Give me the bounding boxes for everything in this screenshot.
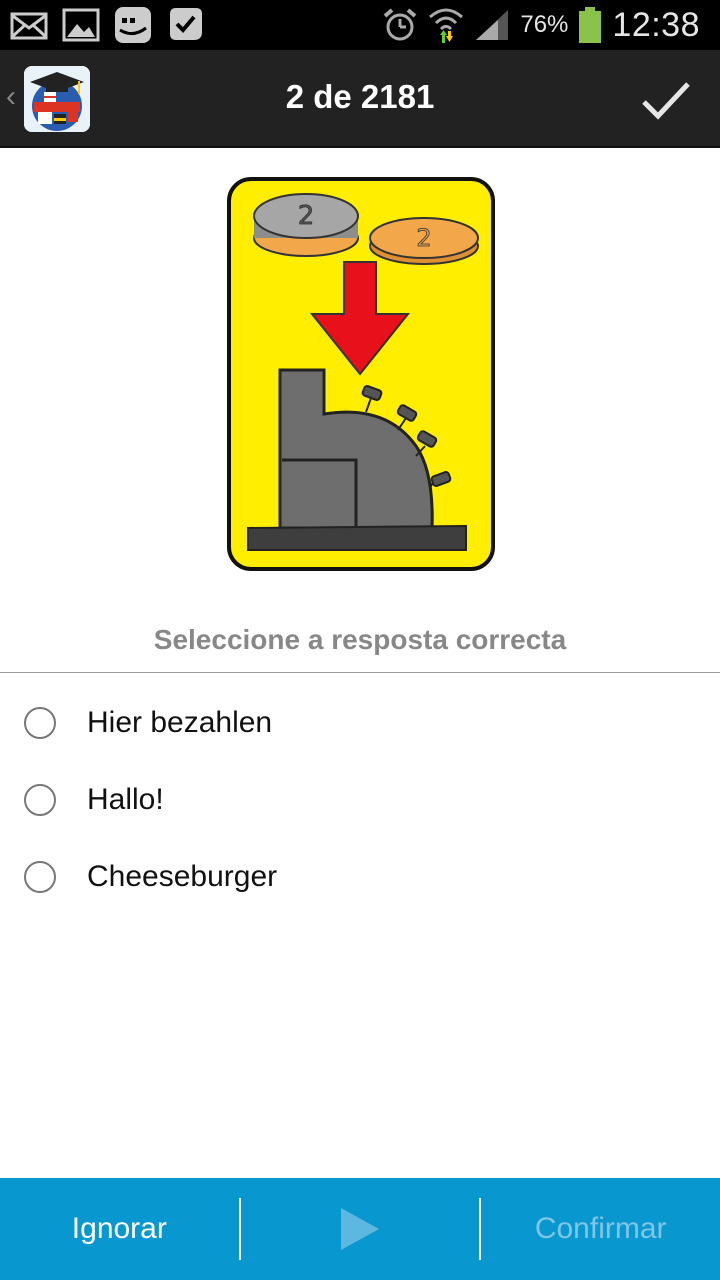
play-button[interactable]	[241, 1178, 480, 1280]
battery-percent: 76%	[520, 11, 569, 38]
confirm-button[interactable]: Confirmar	[481, 1178, 720, 1280]
answer-label: Hier bezahlen	[87, 705, 273, 739]
answer-option[interactable]: Hallo!	[0, 761, 720, 838]
action-bar: ‹ 2 de 2181	[0, 50, 720, 148]
ignore-button[interactable]: Ignorar	[0, 1178, 239, 1280]
svg-text:2: 2	[416, 224, 431, 252]
answer-label: Cheeseburger	[87, 859, 278, 893]
progress-title: 2 de 2181	[285, 78, 435, 115]
question-prompt: Seleccione a resposta correcta	[153, 624, 567, 655]
answer-option[interactable]: Hier bezahlen	[0, 684, 720, 761]
image-icon	[62, 8, 100, 42]
play-icon	[341, 1208, 379, 1250]
answer-option[interactable]: Cheeseburger	[0, 838, 720, 915]
cash-register-card-image: 2 2	[227, 177, 495, 571]
signal-icon	[476, 10, 509, 40]
svg-text:2: 2	[298, 201, 315, 231]
status-bar: 76% 12:38	[0, 0, 720, 50]
divider	[0, 672, 720, 673]
radio-button[interactable]	[24, 783, 56, 816]
answer-options: Hier bezahlen Hallo! Cheeseburger	[0, 684, 720, 915]
chat-icon	[115, 7, 151, 43]
battery-icon	[579, 7, 602, 43]
answer-label: Hallo!	[87, 782, 164, 816]
wifi-icon	[429, 8, 464, 43]
alarm-icon	[384, 8, 417, 41]
checkmark-badge-icon	[170, 8, 202, 40]
bottom-action-bar: Ignorar Confirmar	[0, 1178, 720, 1280]
check-icon[interactable]	[640, 74, 692, 126]
radio-button[interactable]	[24, 706, 56, 739]
mail-icon	[10, 12, 48, 40]
clock-time: 12:38	[612, 5, 700, 44]
radio-button[interactable]	[24, 860, 56, 893]
